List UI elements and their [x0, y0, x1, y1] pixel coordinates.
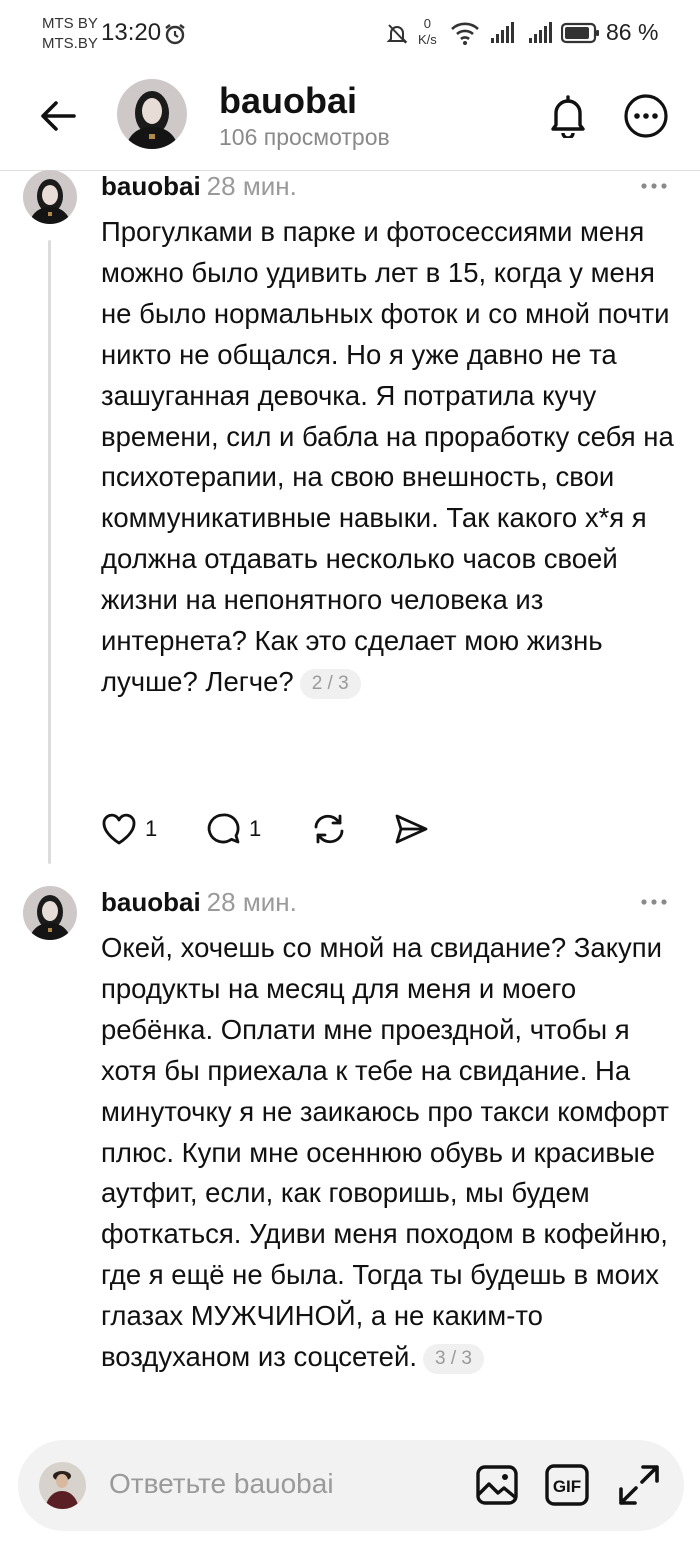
clock: 13:20 — [101, 19, 162, 46]
wifi-icon — [451, 22, 479, 45]
post-text: Прогулками в парке и фотосессиями меня м… — [101, 212, 681, 703]
page-indicator: 3 / 3 — [422, 1344, 484, 1375]
battery-icon — [561, 22, 599, 44]
avatar-photo — [117, 79, 187, 149]
post-text-body: Прогулками в парке и фотосессиями меня м… — [101, 216, 674, 697]
net-speed-value: 0 — [423, 16, 432, 31]
reply-input[interactable]: Ответьте bauobai — [109, 1468, 334, 1500]
avatar[interactable] — [23, 886, 77, 940]
mute-bell-icon — [386, 24, 408, 44]
expand-icon[interactable] — [616, 1462, 662, 1508]
post-header: bauobai 28 мин. — [101, 887, 297, 918]
status-bar: MTS BY MTS.BY 13:20 0 K/s 86 % — [0, 0, 700, 66]
view-count: 106 просмотров — [219, 124, 390, 150]
avatar[interactable] — [117, 79, 187, 149]
post-time: 28 мин. — [206, 887, 297, 917]
post-author[interactable]: bauobai — [101, 887, 201, 917]
post-header: bauobai 28 мин. — [101, 171, 297, 202]
post-author[interactable]: bauobai — [101, 171, 201, 201]
reply-bar[interactable]: Ответьте bauobai GIF — [18, 1440, 684, 1531]
battery-percent: 86 % — [606, 19, 659, 45]
net-speed-unit: K/s — [418, 32, 437, 47]
post-more-icon[interactable] — [640, 897, 668, 907]
own-avatar — [39, 1462, 86, 1509]
carrier-label: MTS BY MTS.BY — [42, 14, 98, 54]
comment-count: 1 — [249, 816, 262, 841]
alarm-icon — [165, 24, 185, 45]
image-icon[interactable] — [474, 1462, 520, 1508]
carrier-line-1: MTS BY — [42, 15, 98, 32]
send-icon — [395, 814, 428, 844]
header-username[interactable]: bauobai — [219, 80, 357, 122]
share-button[interactable] — [393, 812, 429, 846]
like-count: 1 — [145, 816, 158, 841]
signal-icon-2 — [529, 22, 552, 43]
like-button[interactable]: 1 — [101, 812, 157, 846]
avatar-photo — [23, 886, 77, 940]
carrier-line-2: MTS.BY — [42, 35, 98, 52]
comment-icon — [207, 813, 240, 844]
bell-icon[interactable] — [545, 92, 591, 138]
back-arrow-icon[interactable] — [38, 96, 78, 136]
post-time: 28 мин. — [206, 171, 297, 201]
own-avatar-photo — [39, 1462, 86, 1509]
post-text-body: Окей, хочешь со мной на свидание? Закупи… — [101, 932, 669, 1373]
signal-icon-1 — [491, 22, 514, 43]
network-speed: 0 K/s — [418, 16, 437, 48]
more-options-icon[interactable] — [623, 93, 669, 139]
gif-icon: GIF — [545, 1464, 589, 1506]
avatar-photo — [23, 170, 77, 224]
thread-header: bauobai 106 просмотров — [0, 66, 700, 171]
heart-icon — [102, 813, 136, 845]
post-more-icon[interactable] — [640, 181, 668, 191]
gif-label: GIF — [553, 1477, 581, 1496]
gif-button[interactable]: GIF — [544, 1462, 590, 1508]
page-indicator: 2 / 3 — [299, 668, 361, 699]
thread-line — [48, 240, 51, 864]
repost-button[interactable] — [311, 812, 347, 846]
avatar[interactable] — [23, 170, 77, 224]
post-text: Окей, хочешь со мной на свидание? Закупи… — [101, 928, 681, 1378]
repost-icon — [314, 814, 344, 844]
comment-button[interactable]: 1 — [205, 812, 261, 846]
